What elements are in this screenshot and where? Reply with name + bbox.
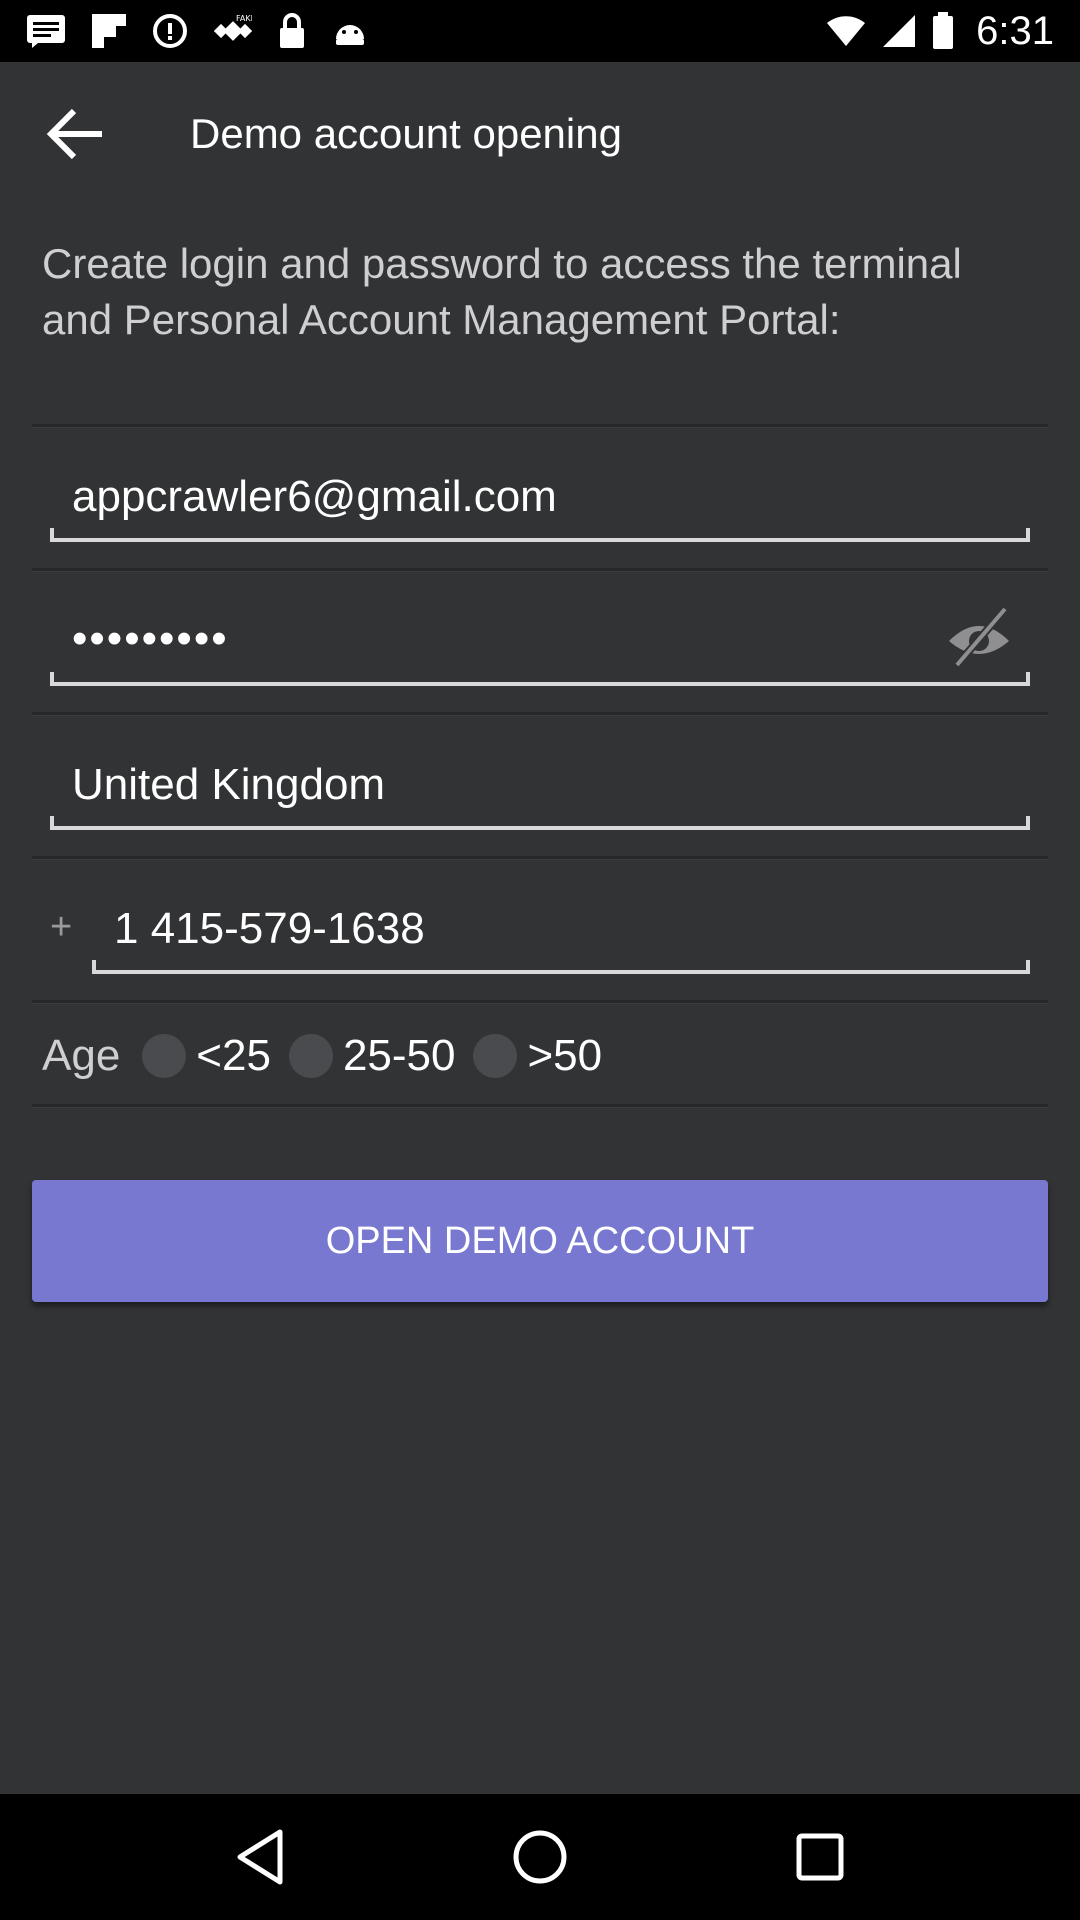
radio-button[interactable] [142,1034,187,1078]
phone-value: 1 415-579-1638 [114,904,425,953]
radio-label: 25-50 [342,1031,456,1080]
navigation-bar [0,1794,1080,1920]
status-right-icons: 6:31 [826,9,1054,54]
divider [32,712,1048,715]
lock-icon [278,13,306,49]
phone-prefix: + [50,906,73,948]
country-value: United Kingdom [72,760,386,809]
flipboard-icon [92,14,126,48]
age-label: Age [42,1031,121,1080]
signal-icon [882,14,916,48]
open-demo-account-button[interactable]: OPEN DEMO ACCOUNT [32,1180,1048,1302]
app-bar: Demo account opening [0,62,1080,210]
fake-gps-icon: FAKE [214,12,252,50]
password-visibility-toggle[interactable] [946,604,1012,670]
email-field[interactable]: appcrawler6@gmail.com [50,472,1030,542]
intro-text: Create login and password to access the … [42,240,962,343]
password-value: ••••••••• [72,614,229,663]
svg-text:FAKE: FAKE [236,14,252,23]
divider [32,1104,1048,1107]
radio-button[interactable] [288,1034,333,1078]
nav-recents-button[interactable] [775,1812,865,1902]
email-value: appcrawler6@gmail.com [72,472,557,521]
page-title: Demo account opening [190,110,622,157]
divider [32,568,1048,571]
divider [32,856,1048,859]
password-field[interactable]: ••••••••• [50,607,1030,686]
data-saver-icon [152,13,188,49]
age-option-over-50[interactable]: >50 [473,1031,602,1081]
nav-back-button[interactable] [215,1812,305,1902]
back-button[interactable] [38,98,110,170]
status-time: 6:31 [976,8,1054,53]
battery-icon [932,12,954,50]
visibility-off-icon [949,607,1009,667]
age-option-under-25[interactable]: <25 [142,1031,271,1081]
phone-field[interactable]: 1 415-579-1638 [92,904,1030,974]
divider [32,424,1048,427]
radio-label: >50 [527,1031,603,1080]
android-icon [332,15,368,47]
divider [32,1000,1048,1003]
age-option-25-50[interactable]: 25-50 [288,1031,456,1081]
wifi-icon [826,15,866,47]
message-icon [26,14,66,48]
recents-square-icon [796,1833,844,1881]
nav-home-button[interactable] [495,1812,585,1902]
country-field[interactable]: United Kingdom [50,760,1030,830]
home-circle-icon [513,1830,567,1884]
radio-label: <25 [196,1031,271,1080]
status-bar: FAKE 6:31 [0,0,1080,62]
back-triangle-icon [237,1829,283,1885]
radio-button[interactable] [473,1034,518,1078]
age-radio-group: Age <25 25-50 >50 [42,1026,620,1086]
status-left-icons: FAKE [26,12,368,50]
arrow-back-icon [46,108,102,160]
